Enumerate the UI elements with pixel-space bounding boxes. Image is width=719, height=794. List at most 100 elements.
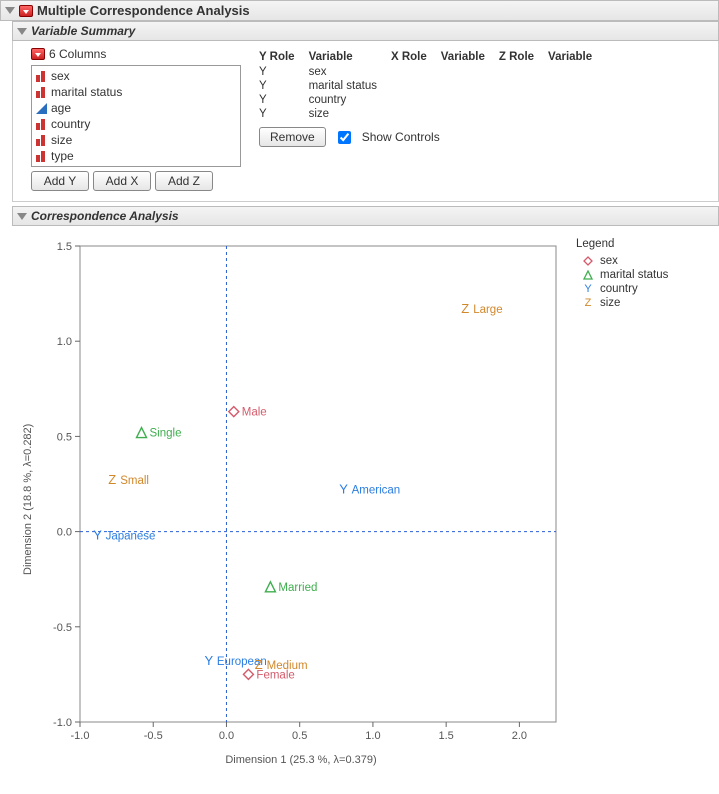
column-name: sex: [51, 69, 70, 83]
svg-text:Married: Married: [278, 582, 317, 594]
nominal-icon: [36, 71, 47, 82]
svg-text:Small: Small: [120, 475, 149, 487]
svg-text:1.5: 1.5: [439, 730, 454, 742]
disclosure-icon[interactable]: [17, 28, 27, 35]
disclosure-icon[interactable]: [5, 7, 15, 14]
variable-summary-title: Variable Summary: [31, 24, 135, 38]
svg-text:Single: Single: [150, 428, 182, 440]
svg-text:-1.0: -1.0: [71, 730, 90, 742]
role-table: Y Role Variable X Role Variable Z Role V…: [259, 49, 606, 121]
Y-icon: Y: [582, 283, 594, 295]
svg-text:Y: Y: [205, 653, 214, 668]
correspondence-title: Correspondence Analysis: [31, 209, 179, 223]
legend-label: sex: [600, 255, 618, 267]
svg-text:0.5: 0.5: [292, 730, 307, 742]
legend-item[interactable]: marital status: [576, 268, 668, 282]
col-header-variable: Variable: [441, 49, 499, 65]
svg-text:-0.5: -0.5: [144, 730, 163, 742]
Z-icon: Z: [582, 297, 594, 309]
legend: Legend sexmarital statusYcountryZsize: [576, 232, 668, 766]
svg-text:Y: Y: [93, 527, 102, 542]
show-controls-checkbox[interactable]: [338, 131, 351, 144]
svg-text:1.5: 1.5: [57, 241, 72, 253]
nominal-icon: [36, 151, 47, 162]
chart-section: Dimension 2 (18.8 %, λ=0.282) -1.0 -0.5 0.…: [0, 226, 719, 772]
red-triangle-menu-icon[interactable]: [31, 48, 45, 60]
add-y-button[interactable]: Add Y: [31, 171, 89, 191]
svg-text:-0.5: -0.5: [53, 622, 72, 634]
plot-wrap: Dimension 2 (18.8 %, λ=0.282) -1.0 -0.5 0.…: [20, 232, 566, 766]
disclosure-icon[interactable]: [17, 213, 27, 220]
svg-text:Large: Large: [473, 304, 502, 316]
col-header-zrole: Z Role: [499, 49, 548, 65]
list-item[interactable]: size: [32, 132, 240, 148]
col-header-xrole: X Role: [391, 49, 441, 65]
variable-summary-header: Variable Summary: [12, 21, 719, 41]
main-title: Multiple Correspondence Analysis: [37, 3, 250, 18]
table-row[interactable]: Ysize: [259, 107, 606, 121]
table-row[interactable]: Ymarital status: [259, 79, 606, 93]
columns-count-label: 6 Columns: [49, 47, 106, 61]
svg-text:Z: Z: [108, 472, 116, 487]
scatter-plot: -1.0 -0.5 0.0 0.5 1.0 1.5 2.0 -1.0 -0.5 0.0 0.5 1.0…: [36, 232, 566, 752]
variable-summary-body: 6 Columns sex marital status age country siz…: [12, 41, 719, 202]
correspondence-header: Correspondence Analysis: [12, 206, 719, 226]
main-header: Multiple Correspondence Analysis: [0, 0, 719, 21]
legend-item[interactable]: sex: [576, 254, 668, 268]
list-item[interactable]: age: [32, 100, 240, 116]
svg-text:Medium: Medium: [267, 660, 308, 672]
list-item[interactable]: marital status: [32, 84, 240, 100]
col-header-variable: Variable: [309, 49, 391, 65]
svg-text:-1.0: -1.0: [53, 717, 72, 729]
continuous-icon: [36, 103, 47, 114]
add-z-button[interactable]: Add Z: [155, 171, 213, 191]
table-row[interactable]: Ycountry: [259, 93, 606, 107]
controls-row: Remove Show Controls: [259, 121, 712, 153]
svg-text:0.0: 0.0: [219, 730, 234, 742]
col-header-variable: Variable: [548, 49, 606, 65]
column-name: marital status: [51, 85, 122, 99]
legend-label: marital status: [600, 269, 668, 281]
triangle-icon: [582, 269, 594, 281]
col-header-yrole: Y Role: [259, 49, 309, 65]
column-count-row: 6 Columns: [31, 47, 241, 61]
svg-text:Male: Male: [242, 407, 267, 419]
svg-text:Y: Y: [339, 482, 348, 497]
column-listbox[interactable]: sex marital status age country size type: [31, 65, 241, 167]
legend-label: size: [600, 297, 620, 309]
diamond-icon: [582, 255, 594, 267]
list-item[interactable]: sex: [32, 68, 240, 84]
list-item[interactable]: type: [32, 148, 240, 164]
svg-text:Japanese: Japanese: [106, 530, 156, 542]
svg-text:American: American: [352, 485, 401, 497]
table-row[interactable]: Ysex: [259, 65, 606, 79]
legend-title: Legend: [576, 238, 668, 250]
legend-label: country: [600, 283, 638, 295]
svg-text:0.0: 0.0: [57, 527, 72, 539]
list-item[interactable]: country: [32, 116, 240, 132]
svg-text:Z: Z: [461, 301, 469, 316]
svg-text:Z: Z: [255, 657, 263, 672]
nominal-icon: [36, 87, 47, 98]
red-triangle-menu-icon[interactable]: [19, 5, 33, 17]
nominal-icon: [36, 119, 47, 130]
column-name: type: [51, 149, 74, 163]
add-x-button[interactable]: Add X: [93, 171, 151, 191]
column-name: size: [51, 133, 72, 147]
x-axis-label: Dimension 1 (25.3 %, λ=0.379): [36, 752, 566, 766]
column-name: country: [51, 117, 90, 131]
legend-item[interactable]: Zsize: [576, 296, 668, 310]
svg-text:1.0: 1.0: [365, 730, 380, 742]
svg-text:1.0: 1.0: [57, 336, 72, 348]
show-controls-label: Show Controls: [362, 130, 440, 144]
legend-item[interactable]: Ycountry: [576, 282, 668, 296]
role-panel: Y Role Variable X Role Variable Z Role V…: [259, 47, 712, 153]
column-list-panel: 6 Columns sex marital status age country siz…: [31, 47, 241, 191]
nominal-icon: [36, 135, 47, 146]
remove-button[interactable]: Remove: [259, 127, 326, 147]
svg-text:2.0: 2.0: [512, 730, 527, 742]
svg-text:0.5: 0.5: [57, 431, 72, 443]
y-axis-label: Dimension 2 (18.8 %, λ=0.282): [20, 232, 36, 766]
column-name: age: [51, 101, 71, 115]
add-buttons-row: Add Y Add X Add Z: [31, 171, 241, 191]
